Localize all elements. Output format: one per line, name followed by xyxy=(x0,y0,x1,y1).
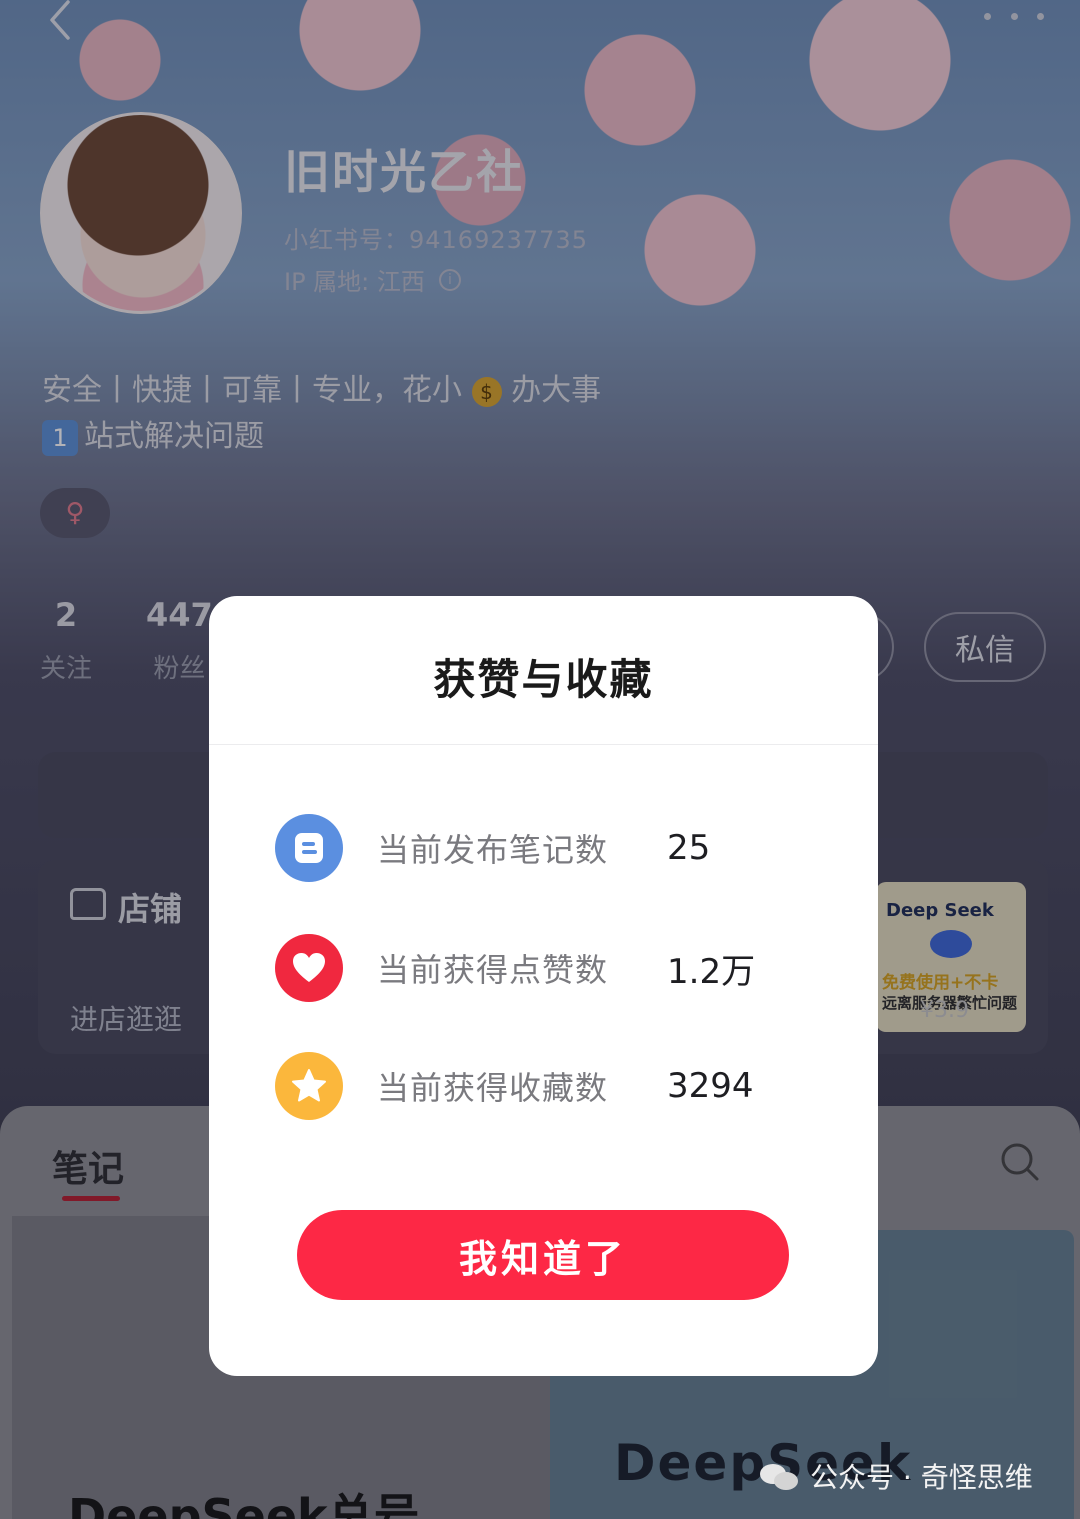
watermark-text: 公众号 · 奇怪思维 xyxy=(810,1461,1033,1494)
star-icon xyxy=(275,1052,343,1120)
whale-logo-icon xyxy=(930,930,972,958)
stat-row-likes: 当前获得点赞数 1.2万 xyxy=(275,934,755,1002)
bio-line-1-text-a: 安全丨快捷丨可靠丨专业，花小 xyxy=(42,373,462,408)
wechat-icon xyxy=(760,1460,800,1492)
got-it-button[interactable]: 我知道了 xyxy=(297,1210,789,1300)
product-price: ¥3.9 xyxy=(920,998,969,1023)
dialog-divider xyxy=(209,744,878,745)
profile-name: 旧时光乙社 xyxy=(284,145,524,199)
tab-notes[interactable]: 笔记 xyxy=(52,1140,124,1192)
followers-label: 粉丝 xyxy=(153,654,206,684)
active-tab-indicator xyxy=(62,1196,120,1201)
likes-collections-dialog: 获赞与收藏 当前发布笔记数 25 当前获得点赞数 1.2万 当前获得收藏数 32… xyxy=(209,596,878,1376)
collections-count-value: 3294 xyxy=(667,1066,754,1106)
following-label: 关注 xyxy=(40,654,93,684)
info-icon[interactable]: i xyxy=(438,268,461,291)
product-title: Deep Seek xyxy=(886,900,994,921)
profile-page: 旧时光乙社 小红书号：94169237735 IP 属地: 江西 i 安全丨快捷… xyxy=(0,0,1080,1519)
gender-female-icon: ♀ xyxy=(40,488,110,538)
profile-id: 小红书号：94169237735 xyxy=(284,226,588,254)
money-bag-icon: $ xyxy=(471,376,502,407)
note-icon xyxy=(275,814,343,882)
stat-row-collections: 当前获得收藏数 3294 xyxy=(275,1052,754,1120)
heart-icon xyxy=(275,934,343,1002)
dialog-title: 获赞与收藏 xyxy=(433,655,654,704)
profile-bio: 安全丨快捷丨可靠丨专业，花小 $ 办大事 1 站式解决问题 xyxy=(42,368,601,460)
shop-title: 店铺 xyxy=(118,890,183,928)
product-thumbnail[interactable]: Deep Seek 免费使用+不卡 远离服务器繁忙问题 ¥3.9 xyxy=(876,882,1026,1032)
notes-count-value: 25 xyxy=(667,828,711,868)
more-options-icon[interactable] xyxy=(984,8,1044,24)
notes-count-label: 当前发布笔记数 xyxy=(377,831,609,869)
shop-icon xyxy=(70,888,106,920)
visit-shop-link[interactable]: 进店逛逛 xyxy=(70,998,182,1038)
number-one-badge: 1 xyxy=(42,419,78,456)
followers-stat[interactable]: 447 粉丝 xyxy=(146,596,213,685)
followers-count: 447 xyxy=(146,596,213,634)
search-icon[interactable] xyxy=(1000,1142,1040,1182)
stat-row-notes: 当前发布笔记数 25 xyxy=(275,814,710,882)
bio-line-2-text: 站式解决问题 xyxy=(84,419,264,454)
note-left-title: DeepSeek总号 xyxy=(68,1489,420,1519)
product-line-1: 免费使用+不卡 xyxy=(882,973,999,993)
collections-count-label: 当前获得收藏数 xyxy=(377,1069,609,1107)
following-count: 2 xyxy=(54,596,78,634)
bio-line-1: 安全丨快捷丨可靠丨专业，花小 $ 办大事 xyxy=(42,368,601,414)
message-button[interactable]: 私信 xyxy=(924,612,1046,682)
likes-count-label: 当前获得点赞数 xyxy=(377,951,609,989)
bio-line-2: 1 站式解决问题 xyxy=(42,414,601,460)
ip-location-text: IP 属地: 江西 xyxy=(284,268,425,296)
back-arrow-icon[interactable] xyxy=(40,0,80,40)
profile-ip-location: IP 属地: 江西 i xyxy=(284,262,461,297)
likes-count-value: 1.2万 xyxy=(667,951,756,992)
bio-line-1-text-b: 办大事 xyxy=(511,373,602,408)
following-stat[interactable]: 2 关注 xyxy=(40,596,92,685)
avatar[interactable] xyxy=(40,112,242,314)
watermark: 公众号 · 奇怪思维 xyxy=(760,1456,1033,1496)
